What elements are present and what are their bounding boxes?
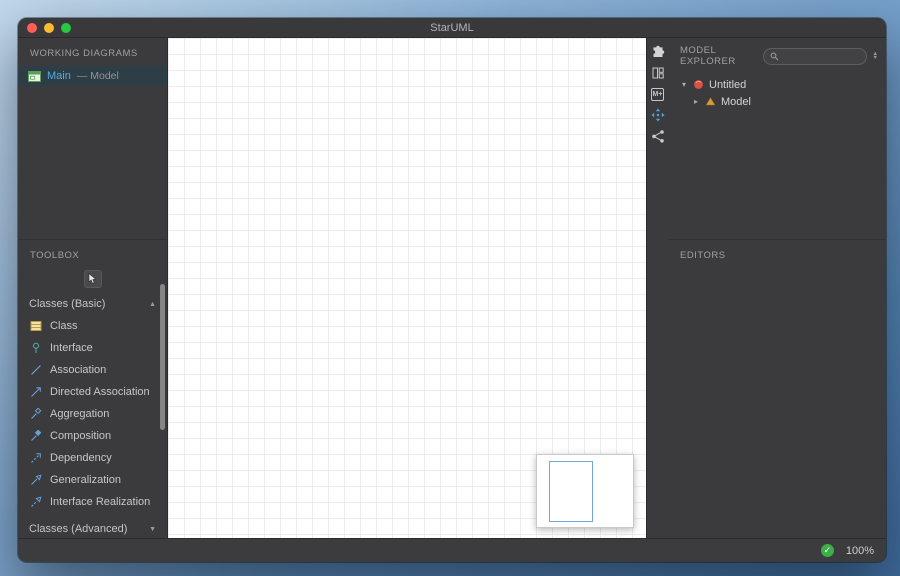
model-explorer-header: MODEL EXPLORER	[680, 45, 757, 67]
toolbox-item-interface-realization[interactable]: Interface Realization	[18, 491, 167, 513]
model-tree: ▾ Untitled ▸	[668, 71, 886, 110]
spinner-down-icon[interactable]: ▼	[873, 56, 878, 61]
markdown-editor-button[interactable]: M+	[650, 86, 666, 102]
class-icon	[30, 320, 42, 332]
association-icon	[30, 364, 42, 376]
window-title: StarUML	[430, 22, 473, 34]
working-diagrams-header: WORKING DIAGRAMS	[18, 38, 167, 66]
interface-icon	[30, 342, 42, 354]
toolbox-item-label: Dependency	[50, 452, 112, 464]
minimap-viewport[interactable]	[549, 461, 593, 522]
tree-item-model[interactable]: ▸ Model	[668, 93, 886, 110]
tree-item-label: Model	[721, 96, 751, 108]
zoom-level[interactable]: 100%	[846, 545, 874, 557]
canvas-area	[168, 38, 646, 538]
validation-status-icon[interactable]: ✓	[821, 544, 834, 557]
tree-item-label: Untitled	[709, 79, 746, 91]
move-arrows-icon	[651, 108, 665, 122]
relationships-button[interactable]	[650, 128, 666, 144]
aggregation-icon	[30, 408, 42, 420]
editors-panel: EDITORS	[668, 240, 886, 268]
toolbox-header: TOOLBOX	[18, 240, 167, 268]
toolbox-item-label: Interface	[50, 342, 93, 354]
project-icon	[693, 79, 704, 90]
toolbox-scrollbar[interactable]	[160, 284, 165, 430]
toolbox-item-label: Class	[50, 320, 78, 332]
status-bar: ✓ 100%	[18, 538, 886, 562]
tree-collapsed-icon[interactable]: ▸	[694, 97, 705, 106]
section-label: Classes (Basic)	[29, 298, 105, 310]
search-input[interactable]	[783, 51, 859, 62]
working-diagram-item-main[interactable]: Main — Model	[18, 66, 167, 86]
model-explorer-panel: MODEL EXPLORER ▲	[668, 38, 886, 240]
dependency-icon	[30, 452, 42, 464]
layout-button[interactable]	[650, 65, 666, 81]
zoom-button[interactable]	[61, 23, 71, 33]
toolbox-item-label: Association	[50, 364, 106, 376]
model-icon	[705, 96, 716, 107]
editors-header: EDITORS	[668, 240, 886, 268]
toolbox-section-classes-basic[interactable]: Classes (Basic) ▲	[18, 293, 167, 315]
left-sidebar: WORKING DIAGRAMS Main — Model	[18, 38, 168, 538]
collapse-icon: ▲	[149, 301, 156, 308]
toolbox-item-generalization[interactable]: Generalization	[18, 469, 167, 491]
toolbox-item-dependency[interactable]: Dependency	[18, 447, 167, 469]
toolbox-panel: TOOLBOX Classes (Basic) ▲	[18, 240, 167, 538]
toolbox-item-label: Interface Realization	[50, 496, 150, 508]
main-area: WORKING DIAGRAMS Main — Model	[18, 38, 886, 538]
toolbox-item-label: Aggregation	[50, 408, 109, 420]
toolbox-item-interface[interactable]: Interface	[18, 337, 167, 359]
toolbox-item-label: Directed Association	[50, 386, 150, 398]
section-label: Classes (Advanced)	[29, 523, 127, 535]
diagram-model-suffix: — Model	[77, 70, 119, 82]
right-sidebar: MODEL EXPLORER ▲	[668, 38, 886, 538]
minimap-toggle-button[interactable]	[650, 107, 666, 123]
diagram-name: Main	[47, 70, 71, 82]
close-button[interactable]	[27, 23, 37, 33]
traffic-lights	[27, 23, 71, 33]
search-icon	[770, 52, 779, 61]
tree-item-untitled[interactable]: ▾ Untitled	[668, 76, 886, 93]
directed-association-icon	[30, 386, 42, 398]
puzzle-icon	[651, 45, 665, 59]
titlebar[interactable]: StarUML	[18, 18, 886, 38]
minimize-button[interactable]	[44, 23, 54, 33]
toolbox-item-composition[interactable]: Composition	[18, 425, 167, 447]
diagram-icon	[28, 71, 41, 82]
expand-icon: ▼	[149, 526, 156, 533]
toolbox-item-label: Composition	[50, 430, 111, 442]
interface-realization-icon	[30, 496, 42, 508]
share-nodes-icon	[651, 129, 665, 143]
toolbox-item-association[interactable]: Association	[18, 359, 167, 381]
toolbox-item-class[interactable]: Class	[18, 315, 167, 337]
toolbox-item-label: Generalization	[50, 474, 121, 486]
staruml-window: StarUML WORKING DIAGRAMS	[18, 18, 886, 562]
side-toolbar: M+	[646, 38, 668, 538]
markdown-icon: M+	[651, 88, 665, 101]
working-diagrams-panel: WORKING DIAGRAMS Main — Model	[18, 38, 167, 240]
toolbox-section-classes-advanced[interactable]: Classes (Advanced) ▼	[18, 518, 167, 538]
extensions-button[interactable]	[650, 44, 666, 60]
model-search-box[interactable]	[763, 48, 867, 65]
search-nav-spinner[interactable]: ▲ ▼	[873, 52, 878, 61]
tree-expanded-icon[interactable]: ▾	[682, 80, 693, 89]
layout-icon	[651, 66, 665, 80]
cursor-icon	[88, 273, 97, 285]
toolbox-item-aggregation[interactable]: Aggregation	[18, 403, 167, 425]
desktop-wallpaper: StarUML WORKING DIAGRAMS	[0, 0, 900, 576]
minimap[interactable]	[536, 454, 634, 528]
select-tool-button[interactable]	[84, 270, 102, 288]
toolbox-item-directed-association[interactable]: Directed Association	[18, 381, 167, 403]
composition-icon	[30, 430, 42, 442]
generalization-icon	[30, 474, 42, 486]
